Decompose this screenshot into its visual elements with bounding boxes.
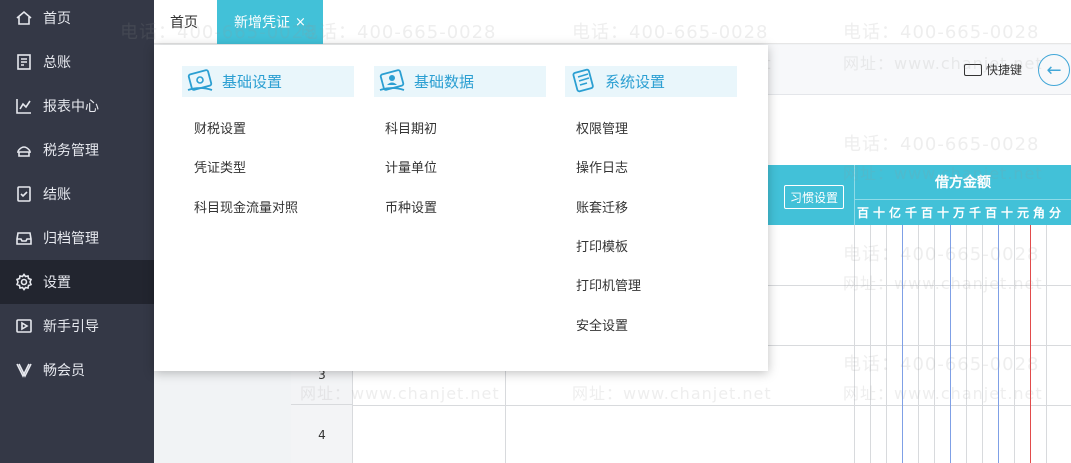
vip-icon xyxy=(15,361,33,379)
digit-divider xyxy=(870,225,871,463)
digit-unit: 万 xyxy=(952,206,965,220)
close-icon[interactable]: × xyxy=(295,15,306,30)
digit-divider xyxy=(998,225,999,463)
shortcut-button[interactable]: 快捷键 xyxy=(964,61,1022,78)
gear-icon xyxy=(15,273,33,291)
digit-divider xyxy=(902,225,903,463)
digit-unit: 百 xyxy=(984,206,997,220)
guide-icon xyxy=(15,317,33,335)
digit-unit-row: 百 十 亿 千 百 十 万 千 百 十 元 角 分 xyxy=(854,199,1071,225)
section-header-basic-settings: 基础设置 xyxy=(182,66,354,97)
digit-divider xyxy=(950,225,951,463)
menu-item-security-settings[interactable]: 安全设置 xyxy=(576,315,628,334)
back-button[interactable]: ← xyxy=(1038,54,1070,86)
row-number: 4 xyxy=(291,405,353,463)
digit-unit: 百 xyxy=(920,206,933,220)
menu-item-tax-settings[interactable]: 财税设置 xyxy=(194,118,246,137)
menu-item-units[interactable]: 计量单位 xyxy=(385,157,437,176)
menu-item-cashflow-mapping[interactable]: 科目现金流量对照 xyxy=(194,197,298,216)
sidebar-item-vip[interactable]: 畅会员 xyxy=(0,348,154,392)
menu-item-opening-balances[interactable]: 科目期初 xyxy=(385,118,437,137)
sidebar-item-label: 首页 xyxy=(43,11,71,27)
section-title: 基础设置 xyxy=(222,73,283,91)
digit-unit: 分 xyxy=(1048,206,1061,220)
digit-unit: 十 xyxy=(936,206,949,220)
chart-icon xyxy=(15,97,33,115)
sidebar-item-label: 设置 xyxy=(43,275,71,291)
sidebar-item-label: 总账 xyxy=(43,55,71,71)
sidebar-item-archive[interactable]: 归档管理 xyxy=(0,216,154,260)
gear-card-icon xyxy=(187,69,213,91)
debit-amount-title: 借方金额 xyxy=(854,165,1071,199)
sidebar-item-reports[interactable]: 报表中心 xyxy=(0,84,154,128)
section-title: 系统设置 xyxy=(605,73,666,91)
digit-unit: 十 xyxy=(1000,206,1013,220)
habit-settings-button[interactable]: 习惯设置 xyxy=(784,185,844,209)
menu-item-currency[interactable]: 币种设置 xyxy=(385,197,437,216)
ledger-icon xyxy=(15,53,33,71)
menu-item-print-template[interactable]: 打印模板 xyxy=(576,236,628,255)
menu-item-operation-log[interactable]: 操作日志 xyxy=(576,157,628,176)
column-divider xyxy=(854,225,855,463)
digit-unit: 亿 xyxy=(888,206,901,220)
digit-divider xyxy=(934,225,935,463)
section-header-basic-data: 基础数据 xyxy=(374,66,546,97)
user-card-icon xyxy=(379,69,405,91)
sidebar-item-checkout[interactable]: 结账 xyxy=(0,172,154,216)
archive-icon xyxy=(15,229,33,247)
tab-home-label: 首页 xyxy=(170,15,198,31)
sidebar-item-ledger[interactable]: 总账 xyxy=(0,40,154,84)
menu-item-permissions[interactable]: 权限管理 xyxy=(576,118,628,137)
digit-unit: 元 xyxy=(1016,206,1029,220)
digit-unit: 十 xyxy=(872,206,885,220)
tax-icon xyxy=(15,141,33,159)
digit-divider xyxy=(982,225,983,463)
row-divider xyxy=(353,405,1071,406)
digit-divider xyxy=(1030,225,1031,463)
sidebar-item-settings[interactable]: 设置 xyxy=(0,260,154,304)
document-list-icon xyxy=(572,68,594,93)
menu-item-voucher-types[interactable]: 凭证类型 xyxy=(194,157,246,176)
digit-divider xyxy=(1014,225,1015,463)
sidebar-item-label: 归档管理 xyxy=(43,231,99,247)
sidebar-item-label: 新手引导 xyxy=(43,319,99,335)
sidebar: 首页 总账 报表中心 税务管理 结账 归档管理 设置 新手引导 畅会员 xyxy=(0,0,154,463)
tab-new-voucher[interactable]: 新增凭证 × xyxy=(217,0,323,44)
shortcut-label: 快捷键 xyxy=(986,63,1023,77)
digit-divider xyxy=(886,225,887,463)
sidebar-item-label: 税务管理 xyxy=(43,143,99,159)
section-header-system-settings: 系统设置 xyxy=(565,66,737,97)
digit-unit: 角 xyxy=(1032,206,1045,220)
digit-divider xyxy=(1046,225,1047,463)
tab-home[interactable]: 首页 xyxy=(170,0,198,44)
sidebar-item-guide[interactable]: 新手引导 xyxy=(0,304,154,348)
keyboard-icon xyxy=(964,63,982,76)
checkout-icon xyxy=(15,185,33,203)
menu-item-printer-management[interactable]: 打印机管理 xyxy=(576,275,641,294)
sidebar-item-tax[interactable]: 税务管理 xyxy=(0,128,154,172)
digit-unit: 百 xyxy=(856,206,869,220)
back-arrow-icon: ← xyxy=(1046,59,1062,81)
digit-unit: 千 xyxy=(968,206,981,220)
sidebar-item-label: 报表中心 xyxy=(43,99,99,115)
digit-unit: 千 xyxy=(904,206,917,220)
home-icon xyxy=(15,9,33,27)
menu-item-account-migration[interactable]: 账套迁移 xyxy=(576,197,628,216)
sidebar-item-label: 畅会员 xyxy=(43,363,85,379)
digit-divider xyxy=(966,225,967,463)
digit-divider xyxy=(918,225,919,463)
tab-bar: 首页 新增凭证 × xyxy=(154,0,1071,44)
settings-menu: 基础设置 基础数据 系统设置 财税设置 凭证类型 科目现金流量对照 科目期初 计… xyxy=(154,45,768,371)
tab-new-voucher-label: 新增凭证 xyxy=(234,15,291,31)
sidebar-item-home[interactable]: 首页 xyxy=(0,0,154,40)
section-title: 基础数据 xyxy=(414,73,475,91)
sidebar-item-label: 结账 xyxy=(43,187,71,203)
